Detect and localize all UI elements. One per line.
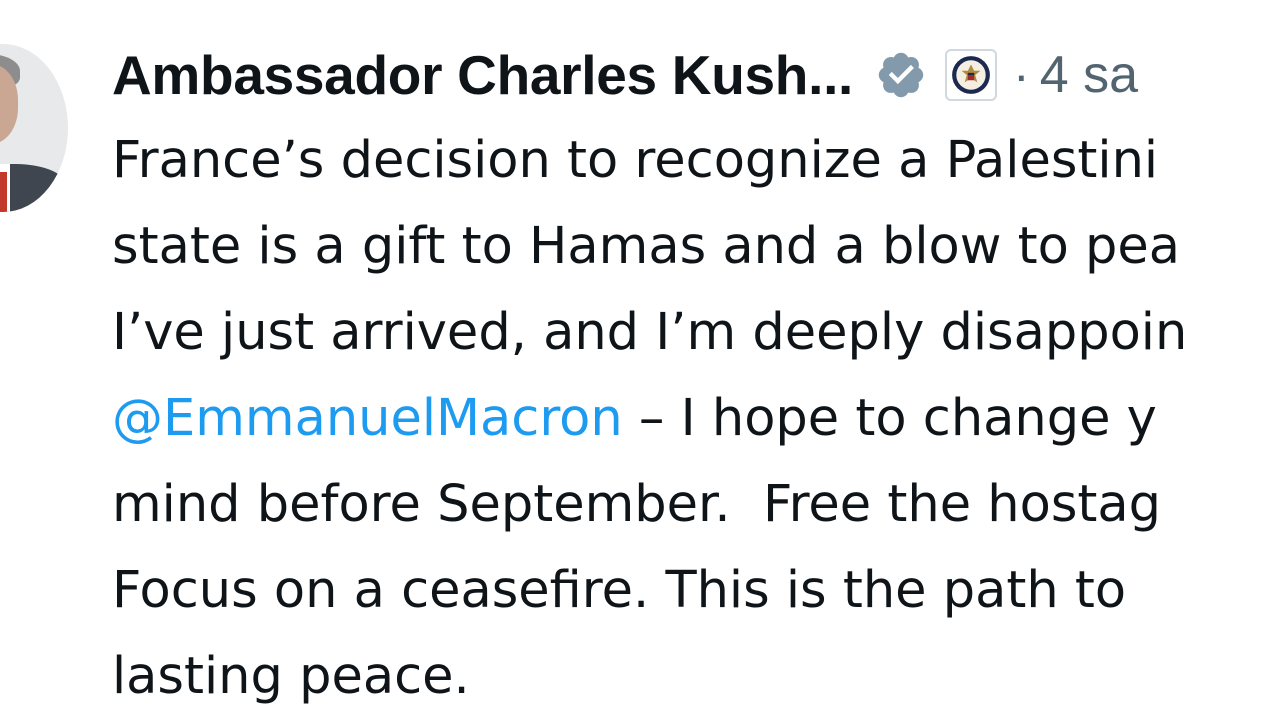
header-separator: · <box>1013 47 1030 103</box>
verified-badge-icon[interactable] <box>875 49 927 101</box>
avatar[interactable] <box>0 44 68 212</box>
tweet-line: mind before September. Free the hostag <box>112 475 1162 534</box>
avatar-suit <box>0 164 68 212</box>
tweet-timestamp[interactable]: 4 sa <box>1040 45 1138 105</box>
tweet-line: lasting peace. <box>112 647 470 706</box>
avatar-tie <box>0 172 7 212</box>
tweet-line: I’ve just arrived, and I’m deeply disapp… <box>112 303 1188 362</box>
tweet-line: France’s decision to recognize a Palesti… <box>112 131 1159 190</box>
tweet-line-text: – I hope to change y <box>622 389 1157 448</box>
author-name[interactable]: Ambassador Charles Kush... <box>112 43 853 107</box>
tweet-header: Ambassador Charles Kush... · 4 sa <box>112 40 1138 110</box>
tweet-line: Focus on a ceasefire. This is the path t… <box>112 561 1127 620</box>
tweet-text: France’s decision to recognize a Palesti… <box>112 118 1280 720</box>
tweet-line: @EmmanuelMacron – I hope to change y <box>112 376 1280 462</box>
tweet[interactable]: Ambassador Charles Kush... · 4 sa France… <box>0 0 1280 720</box>
tweet-line: state is a gift to Hamas and a blow to p… <box>112 217 1181 276</box>
state-department-seal-icon[interactable] <box>945 49 998 101</box>
mention-link[interactable]: @EmmanuelMacron <box>112 389 623 448</box>
